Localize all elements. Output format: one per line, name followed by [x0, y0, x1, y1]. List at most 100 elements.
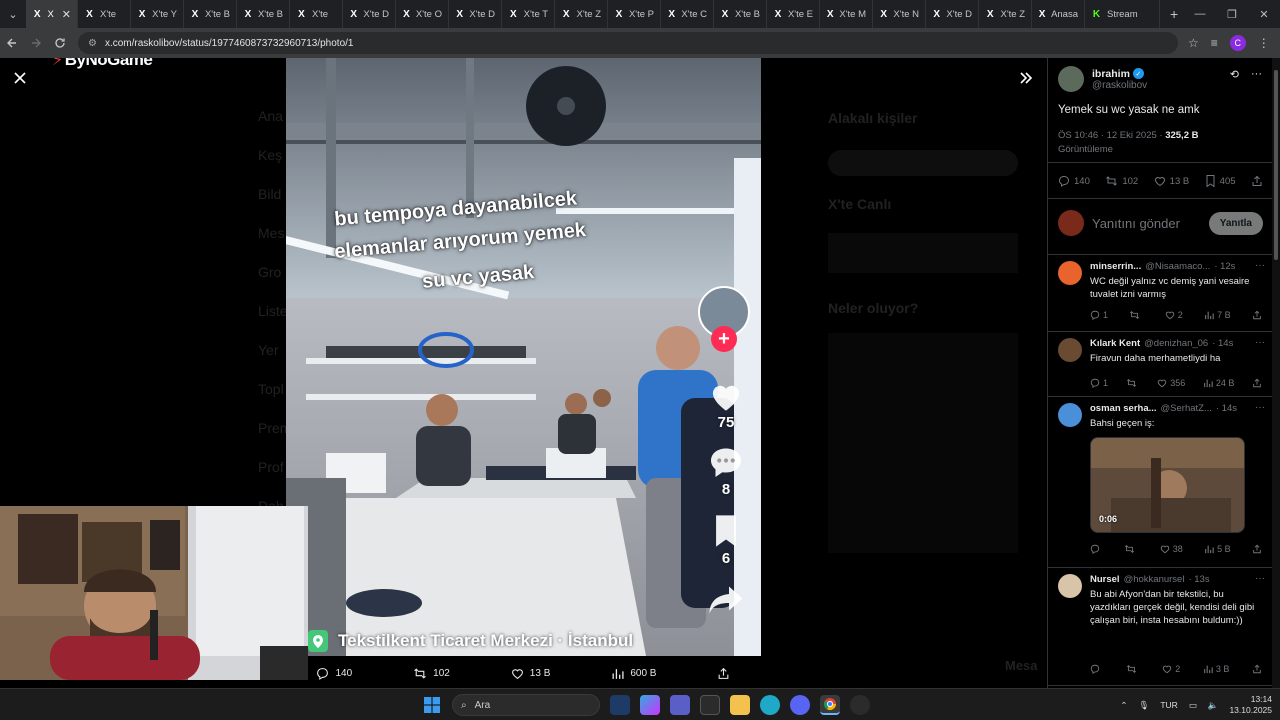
more-options-icon[interactable]: ···	[1255, 402, 1265, 413]
grok-icon[interactable]: ⟲	[1230, 68, 1239, 81]
reply-input[interactable]: Yanıtını gönder	[1092, 216, 1209, 231]
reply-like-button[interactable]: 2	[1162, 664, 1180, 674]
photo-like-button[interactable]: 13 B	[511, 667, 550, 680]
reply-stat-button[interactable]: 140	[1058, 175, 1090, 187]
reply-share-button[interactable]	[1252, 378, 1262, 388]
address-bar[interactable]: ⚙ x.com/raskolibov/status/19774608737329…	[78, 32, 1178, 54]
browser-tab[interactable]: X X'te Z	[555, 0, 608, 28]
reply-reply-button[interactable]: 1	[1090, 378, 1108, 388]
file-explorer-icon[interactable]	[730, 695, 750, 715]
reply-views-button[interactable]: 24 B	[1203, 378, 1234, 388]
author-handle[interactable]: @raskolibov	[1092, 80, 1147, 91]
browser-tab[interactable]: X X'te Z	[979, 0, 1032, 28]
reply-author-handle[interactable]: @denizhan_06	[1144, 338, 1208, 349]
back-button[interactable]	[0, 28, 24, 58]
browser-tab[interactable]: X X'te T	[502, 0, 555, 28]
photo-reply-button[interactable]: 140	[316, 667, 352, 680]
browser-tab[interactable]: X X'te M	[820, 0, 873, 28]
browser-tab[interactable]: X X'te D	[926, 0, 979, 28]
microphone-icon[interactable]: 🎙	[1139, 700, 1150, 711]
reply-author-handle[interactable]: @Nisaamaco...	[1145, 261, 1210, 272]
side-panel-icon[interactable]: ≡	[1211, 36, 1218, 50]
reply-tweet[interactable]: osman serha... @SerhatZ... · 14s ··· Bahsi g…	[1048, 397, 1272, 568]
browser-tab[interactable]: X X'te D	[449, 0, 502, 28]
copilot-icon[interactable]	[640, 695, 660, 715]
repost-stat-button[interactable]: 102	[1105, 175, 1138, 187]
app-icon[interactable]	[850, 695, 870, 715]
teams-icon[interactable]	[670, 695, 690, 715]
reply-views-button[interactable]: 5 B	[1204, 544, 1231, 554]
reply-video[interactable]: 0:06	[1090, 437, 1245, 533]
browser-tab[interactable]: X X'te C	[661, 0, 714, 28]
browser-tab[interactable]: X Anasa	[1032, 0, 1085, 28]
reply-repost-button[interactable]	[1124, 544, 1138, 554]
photo-views-button[interactable]: 600 B	[611, 667, 656, 680]
reply-author-name[interactable]: minserrin...	[1090, 261, 1141, 272]
browser-tab[interactable]: X X ✕	[26, 0, 78, 28]
reply-like-button[interactable]: 356	[1157, 378, 1185, 388]
photo-share-button[interactable]	[717, 667, 730, 680]
reply-avatar[interactable]	[1058, 261, 1082, 285]
reply-time[interactable]: · 14s	[1212, 338, 1233, 349]
expand-panel-button[interactable]	[1016, 68, 1036, 88]
reply-author-handle[interactable]: @SerhatZ...	[1161, 403, 1212, 414]
browser-tab[interactable]: X X'te Y	[131, 0, 184, 28]
reply-time[interactable]: · 13s	[1188, 574, 1209, 585]
close-tab-icon[interactable]: ✕	[62, 8, 71, 21]
more-options-icon[interactable]: ···	[1251, 68, 1262, 81]
browser-tab[interactable]: X X'te O	[396, 0, 449, 28]
reply-reply-button[interactable]: 1	[1090, 310, 1108, 320]
browser-tab[interactable]: X X'te	[78, 0, 131, 28]
reply-share-button[interactable]	[1252, 664, 1262, 674]
forward-button[interactable]	[24, 28, 48, 58]
reply-tweet[interactable]: minserrin... @Nisaamaco... · 12s ··· WC deği…	[1048, 255, 1272, 332]
browser-tab[interactable]: X X'te E	[767, 0, 820, 28]
tweet-photo[interactable]: bu tempoya dayanabilcek elemanlar arıyor…	[286, 58, 761, 656]
scrollbar-thumb[interactable]	[1274, 70, 1278, 260]
reply-views-button[interactable]: 3 B	[1203, 664, 1229, 674]
browser-tab[interactable]: X X'te	[290, 0, 343, 28]
reply-views-button[interactable]: 7 B	[1204, 310, 1231, 320]
tweet-author[interactable]: ibrahim ✓ @raskolibov	[1058, 66, 1147, 92]
panel-scrollbar[interactable]	[1272, 58, 1280, 688]
tab-search-menu-button[interactable]: ⌄	[0, 0, 26, 28]
browser-tab[interactable]: X X'te D	[343, 0, 396, 28]
reply-share-button[interactable]	[1252, 544, 1262, 554]
reply-time[interactable]: · 14s	[1216, 403, 1237, 414]
reply-like-button[interactable]: 38	[1160, 544, 1183, 554]
close-photo-button[interactable]	[10, 68, 30, 88]
browser-tab[interactable]: X X'te B	[714, 0, 767, 28]
like-stat-button[interactable]: 13 B	[1154, 175, 1189, 187]
photo-repost-button[interactable]: 102	[413, 667, 450, 680]
network-icon[interactable]: ▭	[1189, 700, 1197, 711]
browser-tab[interactable]: K Stream	[1085, 0, 1160, 28]
more-options-icon[interactable]: ···	[1255, 337, 1265, 348]
share-stat-button[interactable]	[1251, 175, 1263, 187]
edge-icon[interactable]	[760, 695, 780, 715]
reply-tweet[interactable]: Nursel @hokkanursel · 13s ··· Bu abi Afyon'd…	[1048, 568, 1272, 686]
browser-tab[interactable]: X X'te N	[873, 0, 926, 28]
reply-submit-button[interactable]: Yanıtla	[1208, 211, 1263, 235]
taskbar-search[interactable]: ⌕ Ara	[452, 694, 600, 716]
reply-like-button[interactable]: 2	[1165, 310, 1183, 320]
task-view-icon[interactable]	[610, 695, 630, 715]
bookmark-star-icon[interactable]: ☆	[1188, 36, 1199, 50]
author-avatar[interactable]	[1058, 66, 1084, 92]
tray-chevron-up-icon[interactable]: ⌃	[1120, 700, 1127, 711]
volume-icon[interactable]: 🔈	[1208, 700, 1219, 711]
windows-start-icon[interactable]	[422, 695, 442, 715]
more-options-icon[interactable]: ···	[1255, 573, 1265, 584]
language-indicator[interactable]: TUR	[1160, 700, 1177, 710]
browser-tab[interactable]: X X'te P	[608, 0, 661, 28]
reply-author-handle[interactable]: @hokkanursel	[1124, 574, 1185, 585]
browser-tab[interactable]: X X'te B	[237, 0, 290, 28]
close-window-icon[interactable]: ✕	[1248, 8, 1280, 21]
browser-menu-icon[interactable]: ⋮	[1258, 36, 1270, 50]
reply-avatar[interactable]	[1058, 338, 1082, 362]
minimize-icon[interactable]: —	[1184, 8, 1216, 20]
reply-author-name[interactable]: osman serha...	[1090, 403, 1157, 414]
reply-reply-button[interactable]	[1090, 664, 1103, 674]
author-name[interactable]: ibrahim	[1092, 68, 1130, 80]
reply-repost-button[interactable]	[1129, 310, 1143, 320]
reply-avatar[interactable]	[1058, 574, 1082, 598]
